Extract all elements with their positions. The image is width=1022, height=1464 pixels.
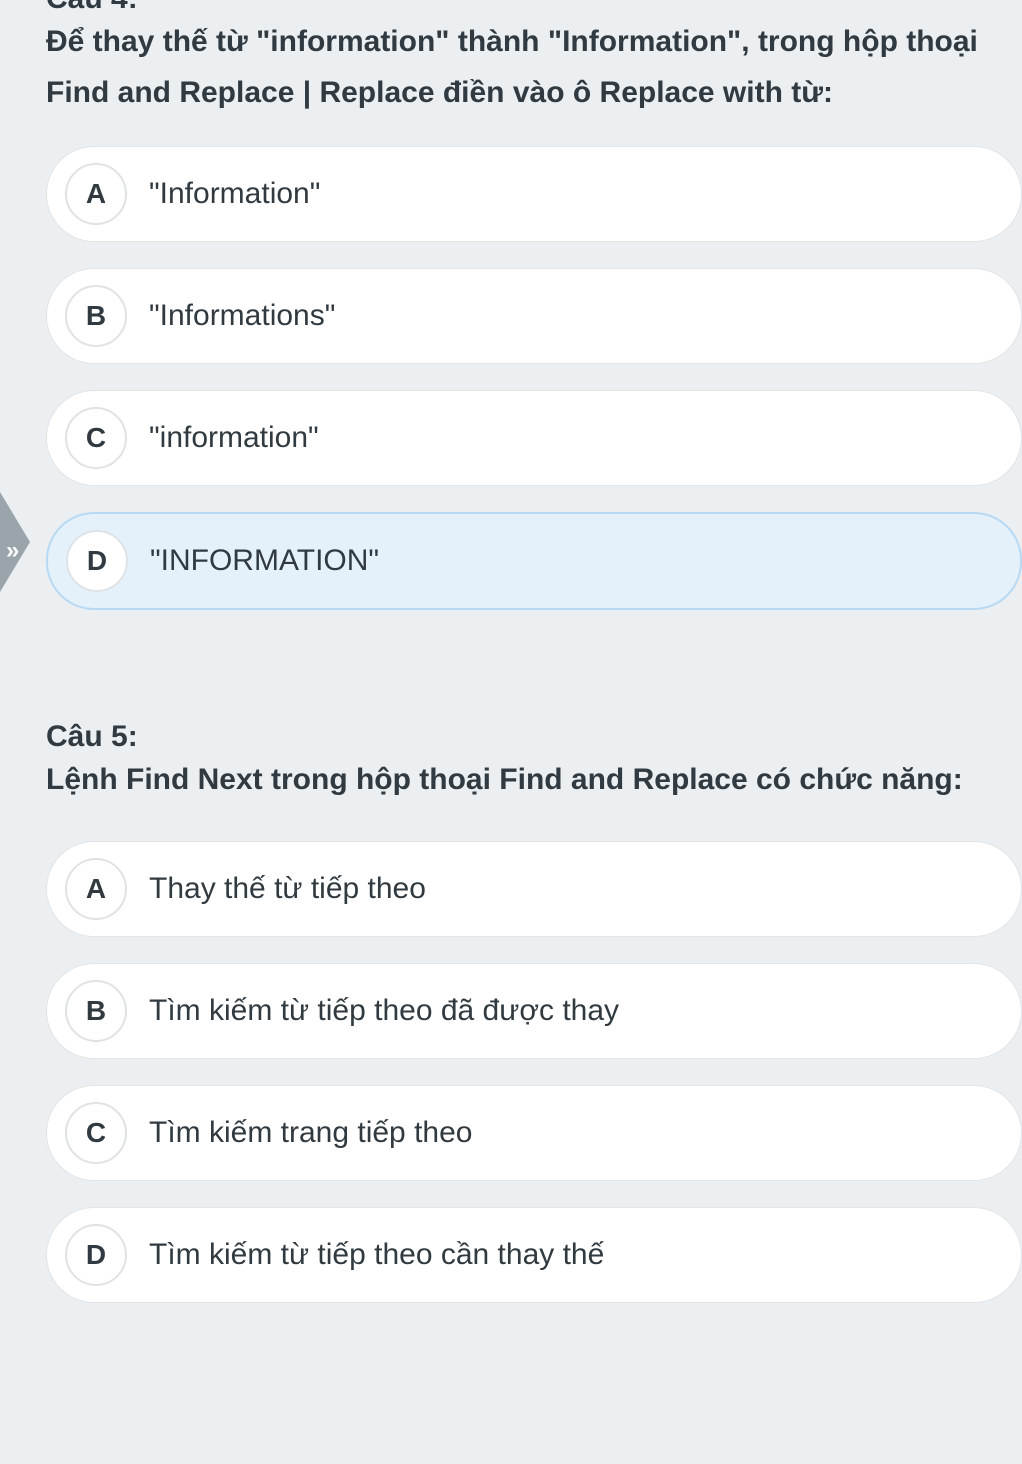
q4-option-a[interactable]: A "Information" [46,146,1022,242]
svg-text:»: » [6,537,19,564]
option-text: "INFORMATION" [150,544,379,578]
option-letter: A [65,858,127,920]
content-area: Câu 4: Để thay thế từ "information" thàn… [28,0,1022,1343]
q4-option-b[interactable]: B "Informations" [46,268,1022,364]
q5-option-c[interactable]: C Tìm kiếm trang tiếp theo [46,1085,1022,1181]
question-4: Câu 4: Để thay thế từ "information" thàn… [46,0,1022,610]
question-5-text: Lệnh Find Next trong hộp thoại Find and … [46,754,1022,807]
option-letter: C [65,1102,127,1164]
chevron-right-double-icon: » [0,492,30,592]
option-text: "Information" [149,177,320,211]
option-text: Tìm kiếm trang tiếp theo [149,1116,472,1150]
option-letter: C [65,407,127,469]
option-text: "Informations" [149,299,335,333]
question-4-options: A "Information" B "Informations" C "info… [46,146,1022,610]
q5-option-a[interactable]: A Thay thế từ tiếp theo [46,841,1022,937]
option-text: "information" [149,421,319,455]
question-4-label: Câu 4: [46,0,1022,16]
question-4-text: Để thay thế từ "information" thành "Info… [46,16,1022,118]
question-5-label: Câu 5: [46,720,1022,754]
spacer [46,610,1022,720]
option-text: Tìm kiếm từ tiếp theo đã được thay [149,994,619,1028]
q4-option-d[interactable]: D "INFORMATION" [46,512,1022,610]
option-text: Tìm kiếm từ tiếp theo cần thay thế [149,1238,604,1272]
option-letter: B [65,285,127,347]
option-letter: D [66,530,128,592]
quiz-page: » Câu 4: Để thay thế từ "information" th… [0,0,1022,1446]
q4-option-c[interactable]: C "information" [46,390,1022,486]
expand-sidebar-tab[interactable]: » [0,492,30,592]
q5-option-d[interactable]: D Tìm kiếm từ tiếp theo cần thay thế [46,1207,1022,1303]
question-5: Câu 5: Lệnh Find Next trong hộp thoại Fi… [46,720,1022,1303]
option-letter: D [65,1224,127,1286]
question-5-options: A Thay thế từ tiếp theo B Tìm kiếm từ ti… [46,841,1022,1303]
option-letter: A [65,163,127,225]
option-text: Thay thế từ tiếp theo [149,872,426,906]
option-letter: B [65,980,127,1042]
q5-option-b[interactable]: B Tìm kiếm từ tiếp theo đã được thay [46,963,1022,1059]
